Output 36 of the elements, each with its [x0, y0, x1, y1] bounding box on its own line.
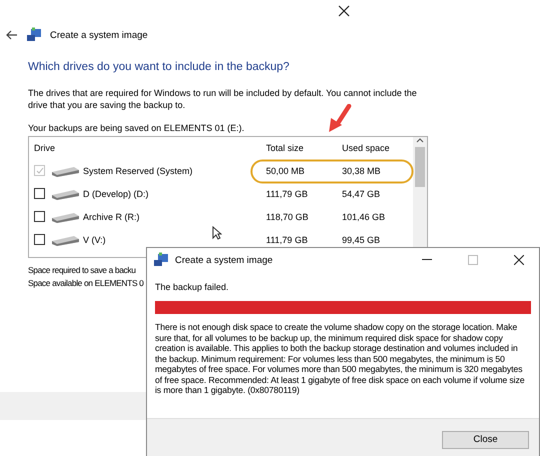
back-button[interactable] — [6, 30, 18, 40]
app-icon — [153, 252, 169, 268]
dialog-title: Create a system image — [175, 254, 274, 266]
minimize-icon[interactable] — [422, 259, 432, 261]
drive-name: D (Develop) (D:) — [83, 188, 149, 198]
drive-name: Archive R (R:) — [83, 212, 140, 222]
drive-name: V (V:) — [83, 234, 106, 244]
drive-checkbox[interactable] — [34, 188, 45, 199]
annotation-arrow — [329, 104, 352, 132]
table-cell-text: 111,79 GB — [266, 188, 309, 198]
table-cell-text: 54,47 GB — [342, 188, 382, 198]
description-text: The drives that are required for Windows to run will be included by default. You cannot include the drive that you are saving the backup to. — [28, 87, 418, 111]
column-header[interactable]: Total size — [266, 143, 342, 153]
table-cell-text: 118,70 GB — [266, 212, 310, 222]
table-cell-text: 30,38 MB — [342, 166, 382, 176]
page-heading: Which drives do you want to include in the backup? — [28, 61, 290, 73]
app-icon — [26, 27, 42, 43]
status-text: The backup failed. — [155, 282, 230, 292]
drive-name: System Reserved (System) — [83, 166, 193, 176]
window-title: Create a system image — [50, 30, 148, 40]
table-cell-text: 99,45 GB — [342, 234, 382, 244]
save-location-text: Your backups are being saved on ELEMENTS 01 (E:). — [28, 123, 246, 133]
column-header[interactable]: Used space — [342, 143, 413, 153]
mouse-cursor-icon — [212, 226, 222, 240]
table-cell-text: 50,00 MB — [266, 166, 306, 176]
space-available-text: Space available on ELEMENTS 0 — [28, 278, 144, 288]
scroll-up-icon[interactable] — [416, 137, 424, 145]
close-button[interactable]: Close — [442, 430, 529, 448]
table-cell-text: 101,46 GB — [342, 212, 386, 222]
drive-checkbox[interactable] — [34, 234, 45, 245]
close-icon[interactable] — [514, 255, 524, 265]
drive-checkbox[interactable] — [34, 211, 45, 222]
column-header[interactable]: Drive — [34, 143, 266, 153]
table-cell-text: 111,79 GB — [266, 234, 309, 244]
space-required-text: Space required to save a backu — [28, 265, 136, 275]
error-message: There is not enough disk space to create the volume shadow copy on the storage location. Make sure that, for all volumes to be backup up, the minimum required disk space for shadow copy creation is available. This applies to both the backup storage destination and volumes included in the backup. Minimum requirement: For volumes less than 500 megabytes, the minimum is 50 megabytes of free space. For volumes more than 500 megabytes, the minimum is 320 megabytes of free space. Recommended: At least 1 gigabyte of free disk space on each volume if volume size is more than 1 gigabyte. (0x80780119) — [155, 322, 526, 396]
